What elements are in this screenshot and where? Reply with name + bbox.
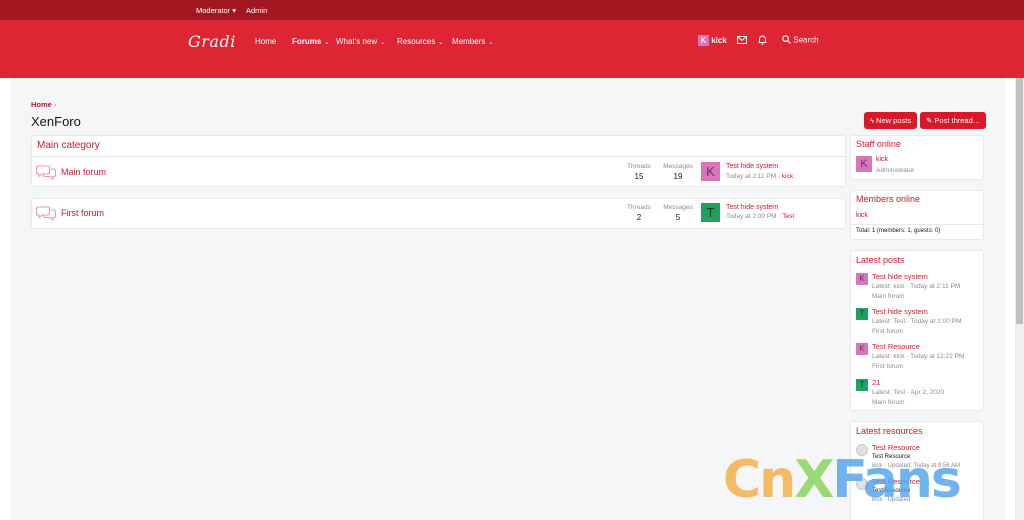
online-total: Total: 1 (members: 1, guests: 0) bbox=[856, 228, 941, 234]
avatar[interactable]: T bbox=[856, 379, 868, 391]
nav-members[interactable]: Members ⌄ bbox=[452, 37, 493, 46]
forum-bubbles-icon bbox=[36, 206, 56, 221]
user-avatar: K bbox=[698, 35, 709, 46]
online-member[interactable]: kick bbox=[856, 212, 868, 219]
latest-post-meta: Latest: kick · Today at 12:22 PM bbox=[872, 353, 965, 360]
site-logo[interactable]: Gradi bbox=[188, 32, 236, 51]
avatar[interactable]: K bbox=[701, 162, 720, 181]
user-menu[interactable]: K kick bbox=[698, 35, 727, 46]
staff-member-name[interactable]: kick bbox=[876, 156, 888, 163]
forum-block bbox=[31, 198, 846, 229]
messages-label: Messages bbox=[663, 204, 693, 211]
page-title: XenForo bbox=[31, 114, 81, 129]
category-block bbox=[31, 135, 846, 187]
avatar[interactable]: K bbox=[856, 273, 868, 285]
members-online-title[interactable]: Members online bbox=[856, 194, 920, 204]
threads-label: Threads bbox=[627, 163, 651, 170]
latest-post-title[interactable]: Test hide system bbox=[872, 307, 928, 316]
nav-resources[interactable]: Resources ⌄ bbox=[397, 37, 443, 46]
last-post-title[interactable]: Test hide system bbox=[726, 163, 778, 170]
scrollbar[interactable] bbox=[1015, 78, 1024, 520]
latest-post-forum[interactable]: Main forum bbox=[872, 293, 905, 300]
edit-icon: ✎ bbox=[926, 116, 933, 125]
latest-resources-title[interactable]: Latest resources bbox=[856, 426, 923, 436]
admin-link[interactable]: Admin bbox=[246, 6, 267, 15]
scrollbar-thumb[interactable] bbox=[1016, 78, 1023, 324]
chevron-down-icon: ⌄ bbox=[488, 40, 494, 46]
latest-post-title[interactable]: Test hide system bbox=[872, 272, 928, 281]
threads-label: Threads bbox=[627, 204, 651, 211]
latest-post-forum[interactable]: First forum bbox=[872, 363, 903, 370]
messages-count: 19 bbox=[673, 172, 683, 181]
forum-bubbles-icon bbox=[36, 165, 56, 180]
latest-post-meta: Latest: Test · Today at 2:00 PM bbox=[872, 318, 962, 325]
divider bbox=[32, 156, 845, 157]
avatar[interactable]: T bbox=[701, 203, 720, 222]
post-thread-button[interactable]: ✎ Post thread… bbox=[920, 112, 987, 129]
new-posts-button[interactable]: ϟ New posts bbox=[864, 112, 918, 129]
watermark: CnXFans bbox=[723, 450, 962, 510]
bell-icon[interactable] bbox=[758, 35, 767, 47]
messages-count: 5 bbox=[675, 213, 681, 222]
last-post-user[interactable]: Test bbox=[782, 213, 794, 220]
divider bbox=[851, 224, 983, 225]
moderator-menu[interactable]: Moderator ▾ bbox=[196, 6, 236, 15]
avatar[interactable]: K bbox=[856, 156, 872, 172]
nav-home[interactable]: Home bbox=[255, 37, 276, 46]
staff-member-role: Administrator bbox=[876, 167, 915, 174]
latest-post-title[interactable]: Test Resource bbox=[872, 342, 920, 351]
latest-post-meta: Latest: Test · Apr 2, 2020 bbox=[872, 389, 945, 396]
search-icon bbox=[782, 35, 791, 45]
latest-post-title[interactable]: 21 bbox=[872, 378, 880, 387]
avatar[interactable]: T bbox=[856, 308, 868, 320]
last-post-meta: Today at 2:00 PM · Test bbox=[726, 213, 795, 220]
latest-post-meta: Latest: kick · Today at 2:11 PM bbox=[872, 283, 961, 290]
bolt-icon: ϟ bbox=[870, 116, 874, 125]
user-name: kick bbox=[711, 36, 727, 45]
breadcrumb[interactable]: Home › bbox=[31, 100, 56, 109]
chevron-right-icon: › bbox=[53, 100, 57, 109]
forum-title-first[interactable]: First forum bbox=[61, 208, 104, 218]
forum-title-main[interactable]: Main forum bbox=[61, 167, 106, 177]
latest-post-forum[interactable]: First forum bbox=[872, 328, 903, 335]
latest-posts-title[interactable]: Latest posts bbox=[856, 255, 905, 265]
category-title[interactable]: Main category bbox=[37, 140, 100, 151]
staff-bar: Moderator ▾ Admin bbox=[0, 0, 1024, 20]
threads-count: 15 bbox=[634, 172, 644, 181]
messages-label: Messages bbox=[663, 163, 693, 170]
avatar[interactable]: K bbox=[856, 343, 868, 355]
last-post-user[interactable]: kick bbox=[782, 173, 793, 180]
threads-count: 2 bbox=[636, 213, 642, 222]
latest-post-forum[interactable]: Main forum bbox=[872, 399, 905, 406]
nav-forums[interactable]: Forums ⌄ bbox=[292, 37, 329, 46]
chevron-down-icon: ⌄ bbox=[380, 40, 386, 46]
nav-whats-new[interactable]: What's new ⌄ bbox=[336, 37, 385, 46]
site-header bbox=[0, 20, 1024, 78]
inbox-icon[interactable] bbox=[737, 36, 747, 46]
last-post-title[interactable]: Test hide system bbox=[726, 204, 778, 211]
chevron-down-icon: ⌄ bbox=[438, 40, 444, 46]
search-button[interactable]: Search bbox=[782, 35, 819, 44]
staff-online-title[interactable]: Staff online bbox=[856, 139, 901, 149]
chevron-down-icon: ⌄ bbox=[324, 40, 330, 46]
last-post-meta: Today at 2:11 PM · kick bbox=[726, 173, 794, 180]
